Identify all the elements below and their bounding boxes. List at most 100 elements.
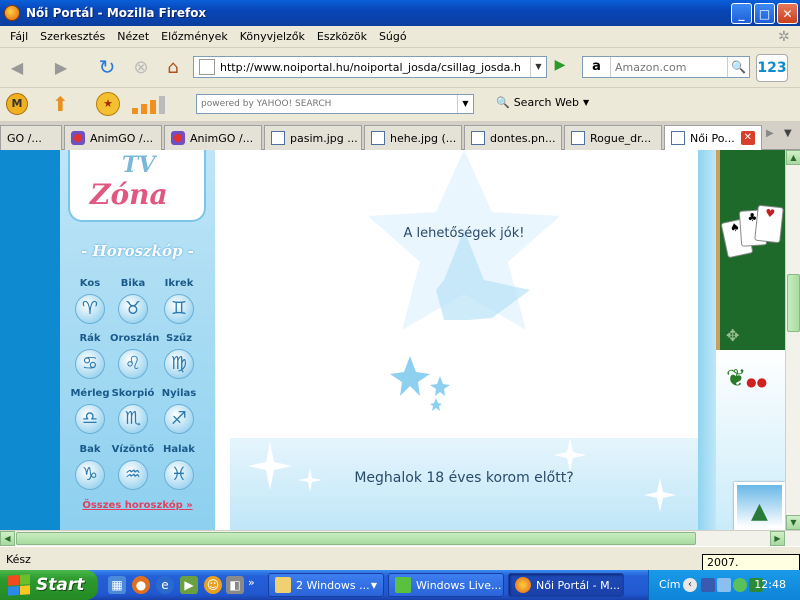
all-horoscopes-link[interactable]: Összes horoszkóp »	[60, 500, 215, 511]
messenger-tray-icon[interactable]	[733, 578, 747, 592]
tab-label: GO /...	[7, 131, 42, 145]
network-icon[interactable]	[701, 578, 715, 592]
title-bar[interactable]: Női Portál - Mozilla Firefox _ □ ✕	[0, 0, 800, 26]
scroll-down-icon[interactable]: ▼	[786, 515, 800, 530]
menu-history[interactable]: Előzmények	[155, 30, 234, 43]
sign-halak[interactable]: Halak ♓	[156, 444, 202, 490]
sign-bak[interactable]: Bak ♑	[67, 444, 113, 490]
address-toolbar-label[interactable]: Cím	[659, 578, 680, 591]
oracle-panel: A lehetőségek jók! Meghalok 18 éves koro…	[230, 150, 698, 530]
minimize-button[interactable]: _	[731, 3, 752, 24]
navigation-toolbar: ◀ ▶ ↻ ⊗ ⌂ ▼ ▶ a 🔍 123	[0, 48, 800, 88]
menu-tools[interactable]: Eszközök	[311, 30, 373, 43]
menu-bookmarks[interactable]: Könyvjelzők	[234, 30, 311, 43]
page-icon	[671, 131, 685, 145]
yahoo-toolbar: M ⬆ ★ ▼ 🔍 Search Web ▼	[0, 88, 800, 122]
menu-help[interactable]: Súgó	[373, 30, 413, 43]
tab-animgo-1[interactable]: GO /...	[0, 125, 62, 150]
go-button-icon[interactable]: ▶	[550, 57, 570, 77]
gemini-icon: ♊	[164, 294, 194, 324]
windows-logo-icon	[8, 574, 30, 596]
windows-taskbar: Start ▦ ● e ▶ ☺ ◧ » 2 Windows ... ▼ Wind…	[0, 570, 800, 600]
sign-oroszlan[interactable]: Oroszlán ♌	[110, 333, 159, 379]
scroll-right-icon[interactable]: ▶	[770, 531, 785, 546]
tray-expand-icon[interactable]: ‹	[683, 578, 697, 592]
clock[interactable]: 12:48	[754, 578, 786, 591]
media-player-icon[interactable]: ▶	[180, 576, 198, 594]
reload-icon[interactable]: ↻	[94, 54, 120, 80]
tab-close-icon[interactable]: ✕	[740, 131, 755, 145]
tv-zona-logo[interactable]: TV Zóna	[68, 150, 206, 222]
firefox-quicklaunch-icon[interactable]: ●	[132, 576, 150, 594]
internet-explorer-icon[interactable]: e	[156, 576, 174, 594]
home-icon[interactable]: ⌂	[160, 54, 186, 80]
sign-merleg[interactable]: Mérleg ♎	[67, 388, 113, 434]
url-history-dropdown-icon[interactable]: ▼	[530, 57, 546, 77]
forward-arrow-icon[interactable]: ▶	[48, 54, 74, 80]
tab-label: Rogue_dr...	[590, 131, 652, 145]
image-page-icon	[471, 131, 485, 145]
horizontal-scrollbar[interactable]: ◀ ▶	[0, 530, 800, 546]
horoscope-sidebar: TV Zóna - Horoszkóp - Kos ♈ Bika ♉ Ikrek ♊ …	[60, 150, 215, 530]
sign-rak[interactable]: Rák ♋	[67, 333, 113, 379]
search-magnifier-icon[interactable]: 🔍	[727, 57, 749, 77]
show-desktop-icon[interactable]: ▦	[108, 576, 126, 594]
stop-icon[interactable]: ⊗	[128, 54, 154, 80]
yahoo-search-dropdown-icon[interactable]: ▼	[457, 95, 473, 113]
task-windows-explorer[interactable]: 2 Windows ... ▼	[268, 573, 384, 597]
vertical-scroll-thumb[interactable]	[787, 274, 800, 332]
maximize-button[interactable]: □	[754, 3, 775, 24]
menu-edit[interactable]: Szerkesztés	[34, 30, 111, 43]
sign-nyilas[interactable]: Nyilas ♐	[156, 388, 202, 434]
horizontal-scroll-thumb[interactable]	[16, 532, 696, 545]
task-firefox-noi-portal[interactable]: Női Portál - M...	[508, 573, 624, 597]
messenger-icon[interactable]: ☺	[204, 576, 222, 594]
tab-pasim[interactable]: pasim.jpg ...	[264, 125, 362, 150]
tab-hehe[interactable]: hehe.jpg (...	[364, 125, 462, 150]
sign-skorpio[interactable]: Skorpió ♏	[110, 388, 156, 434]
sign-kos[interactable]: Kos ♈	[67, 278, 113, 324]
menu-view[interactable]: Nézet	[111, 30, 155, 43]
amazon-engine-icon[interactable]: a	[583, 57, 611, 77]
search-web-button[interactable]: 🔍 Search Web ▼	[496, 96, 589, 109]
close-button[interactable]: ✕	[777, 3, 798, 24]
task-windows-live[interactable]: Windows Live...	[388, 573, 504, 597]
image-page-icon	[371, 131, 385, 145]
url-bar[interactable]: ▼	[193, 56, 547, 78]
star-icon[interactable]: ★	[96, 92, 120, 116]
sign-ikrek[interactable]: Ikrek ♊	[156, 278, 202, 324]
holly-icon: ❦●●	[726, 364, 768, 392]
sign-bika[interactable]: Bika ♉	[110, 278, 156, 324]
start-button[interactable]: Start	[0, 570, 98, 600]
search-bar[interactable]: a 🔍	[582, 56, 750, 78]
up-arrow-icon[interactable]: ⬆	[52, 92, 74, 116]
scroll-up-icon[interactable]: ▲	[786, 150, 800, 165]
tab-animgo-3[interactable]: AnimGO /...	[164, 125, 262, 150]
m-logo-icon[interactable]: M	[6, 93, 28, 115]
quicklaunch-more-icon[interactable]: »	[248, 576, 262, 594]
tab-scroll-right-icon[interactable]: ▶	[766, 128, 780, 146]
search-input[interactable]	[615, 60, 721, 74]
menu-file[interactable]: Fájl	[4, 30, 34, 43]
tab-noi-portal[interactable]: Női Po... ✕	[664, 125, 762, 150]
tab-animgo-2[interactable]: AnimGO /...	[64, 125, 162, 150]
tab-dontes[interactable]: dontes.pn...	[464, 125, 562, 150]
quicklaunch-app-icon[interactable]: ◧	[226, 576, 244, 594]
scroll-left-icon[interactable]: ◀	[0, 531, 15, 546]
monitor-icon[interactable]	[717, 578, 731, 592]
skype-button[interactable]: 123	[756, 54, 788, 82]
solitaire-ad[interactable]: ♠ ♣ ♥ ✥	[716, 150, 785, 350]
tab-rogue[interactable]: Rogue_dr...	[564, 125, 662, 150]
yahoo-search-input[interactable]	[197, 95, 453, 113]
tab-list-dropdown-icon[interactable]: ▼	[784, 128, 798, 146]
fortune-text: A lehetőségek jók!	[403, 226, 525, 241]
sign-szuz[interactable]: Szűz ♍	[156, 333, 202, 379]
sign-label: Skorpió	[111, 388, 155, 399]
back-arrow-icon[interactable]: ◀	[4, 54, 30, 80]
url-input[interactable]	[220, 60, 520, 74]
christmas-ad[interactable]: ❦●● ▲	[716, 350, 785, 530]
vertical-scrollbar[interactable]: ▲ ▼	[785, 150, 800, 530]
yahoo-search-box[interactable]: ▼	[196, 94, 474, 114]
throbber-icon: ✲	[778, 29, 790, 45]
sign-vizonto[interactable]: Vízöntő ♒	[110, 444, 156, 490]
